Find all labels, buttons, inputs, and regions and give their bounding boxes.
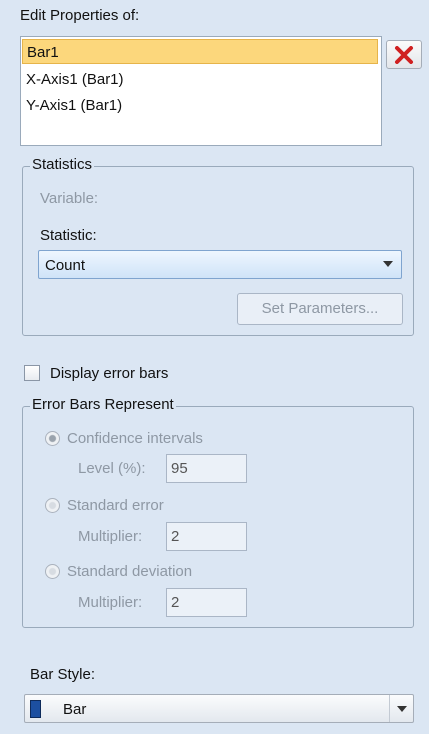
standard-error-radio[interactable] — [45, 498, 60, 513]
bar-swatch-icon — [30, 700, 41, 718]
confidence-intervals-label: Confidence intervals — [67, 430, 203, 447]
confidence-intervals-radio[interactable] — [45, 431, 60, 446]
bar-style-dropdown[interactable]: Bar — [24, 694, 414, 723]
chevron-down-icon — [383, 261, 393, 267]
chevron-down-icon — [397, 706, 407, 712]
error-bars-legend: Error Bars Represent — [30, 396, 176, 413]
standard-deviation-label: Standard deviation — [67, 563, 193, 580]
statistic-dropdown[interactable]: Count — [38, 250, 402, 279]
delete-property-button[interactable] — [386, 40, 422, 69]
list-item-y-axis[interactable]: Y-Axis1 (Bar1) — [22, 93, 378, 118]
edit-properties-title: Edit Properties of: — [20, 7, 140, 24]
list-item-x-axis[interactable]: X-Axis1 (Bar1) — [22, 67, 378, 92]
display-error-bars-checkbox[interactable] — [24, 365, 40, 381]
se-multiplier-input[interactable]: 2 — [166, 522, 247, 551]
se-multiplier-label: Multiplier: — [78, 528, 143, 545]
close-icon — [395, 45, 413, 64]
statistic-label: Statistic: — [40, 227, 97, 244]
list-item-bar1[interactable]: Bar1 — [22, 39, 378, 64]
standard-deviation-radio[interactable] — [45, 564, 60, 579]
display-error-bars-label[interactable]: Display error bars — [50, 365, 168, 382]
statistic-value: Count — [45, 257, 86, 274]
level-label: Level (%): — [78, 460, 146, 477]
variable-label: Variable: — [40, 190, 99, 207]
properties-listbox[interactable]: Bar1 X-Axis1 (Bar1) Y-Axis1 (Bar1) — [20, 36, 382, 146]
bar-style-value: Bar — [63, 701, 87, 718]
standard-error-label: Standard error — [67, 497, 164, 514]
sd-multiplier-label: Multiplier: — [78, 594, 143, 611]
bar-style-label: Bar Style: — [30, 666, 96, 683]
set-parameters-button[interactable]: Set Parameters... — [237, 293, 403, 325]
level-input[interactable]: 95 — [166, 454, 247, 483]
statistics-legend: Statistics — [30, 156, 95, 173]
sd-multiplier-input[interactable]: 2 — [166, 588, 247, 617]
dropdown-button[interactable] — [389, 695, 413, 722]
